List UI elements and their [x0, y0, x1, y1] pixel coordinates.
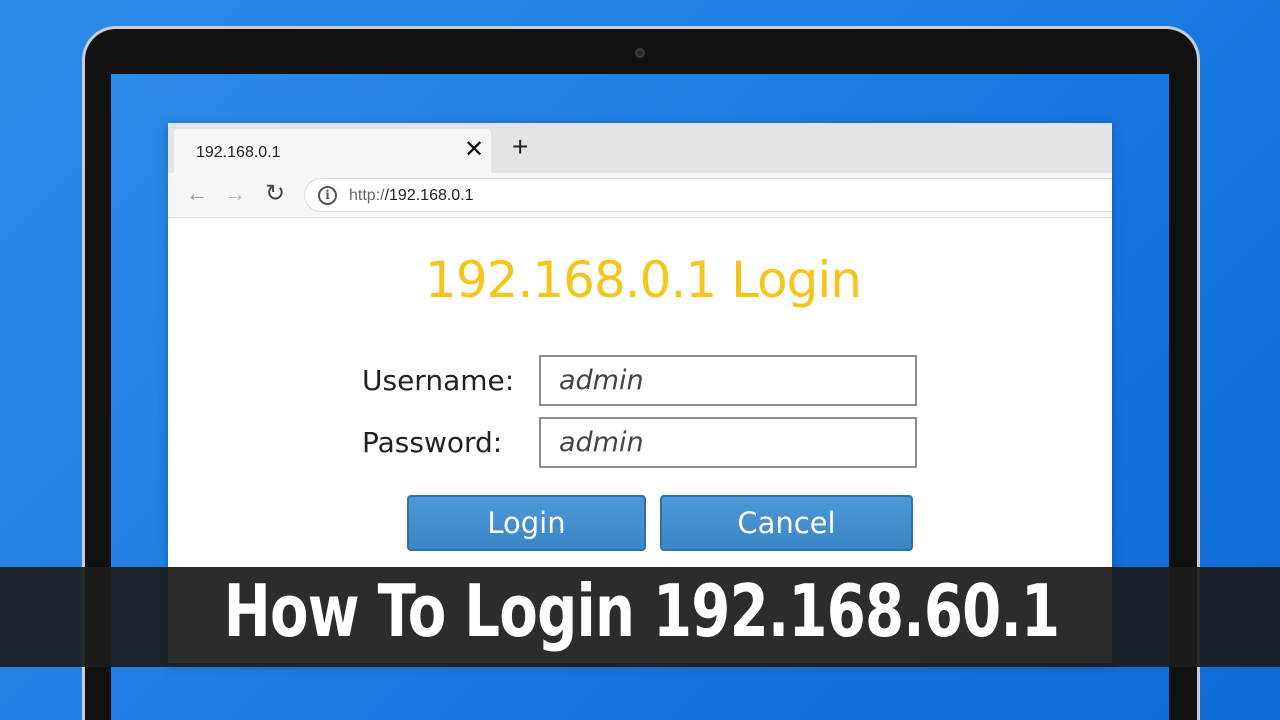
page-title: 192.168.0.1 Login [425, 251, 862, 309]
caption-text: How To Login 192.168.60.1 [223, 569, 1060, 653]
password-label: Password: [362, 426, 503, 459]
new-tab-icon[interactable]: + [512, 133, 528, 161]
tab-title: 192.168.0.1 [196, 144, 281, 161]
url-text: http://192.168.0.1 [349, 187, 474, 205]
caption-banner: How To Login 192.168.60.1 [0, 567, 1280, 667]
close-tab-icon[interactable]: ✕ [464, 138, 484, 162]
back-arrow-icon[interactable]: ← [186, 181, 208, 207]
username-label: Username: [362, 364, 515, 397]
url-protocol: http:/ [349, 187, 385, 204]
tab-bar: 192.168.0.1 ✕ + [168, 123, 1112, 173]
password-field[interactable] [539, 417, 917, 468]
cancel-button[interactable]: Cancel [660, 495, 913, 551]
browser-toolbar: ← → ↻ i http://192.168.0.1 [168, 173, 1112, 218]
username-field[interactable] [539, 355, 917, 406]
forward-arrow-icon[interactable]: → [224, 181, 246, 207]
reload-icon[interactable]: ↻ [265, 181, 285, 207]
address-bar[interactable]: i http://192.168.0.1 [304, 178, 1112, 212]
browser-tab[interactable]: 192.168.0.1 ✕ [174, 129, 491, 173]
info-icon[interactable]: i [318, 186, 337, 205]
login-button[interactable]: Login [407, 495, 646, 551]
webcam-icon [635, 48, 645, 58]
url-host: /192.168.0.1 [384, 187, 474, 204]
